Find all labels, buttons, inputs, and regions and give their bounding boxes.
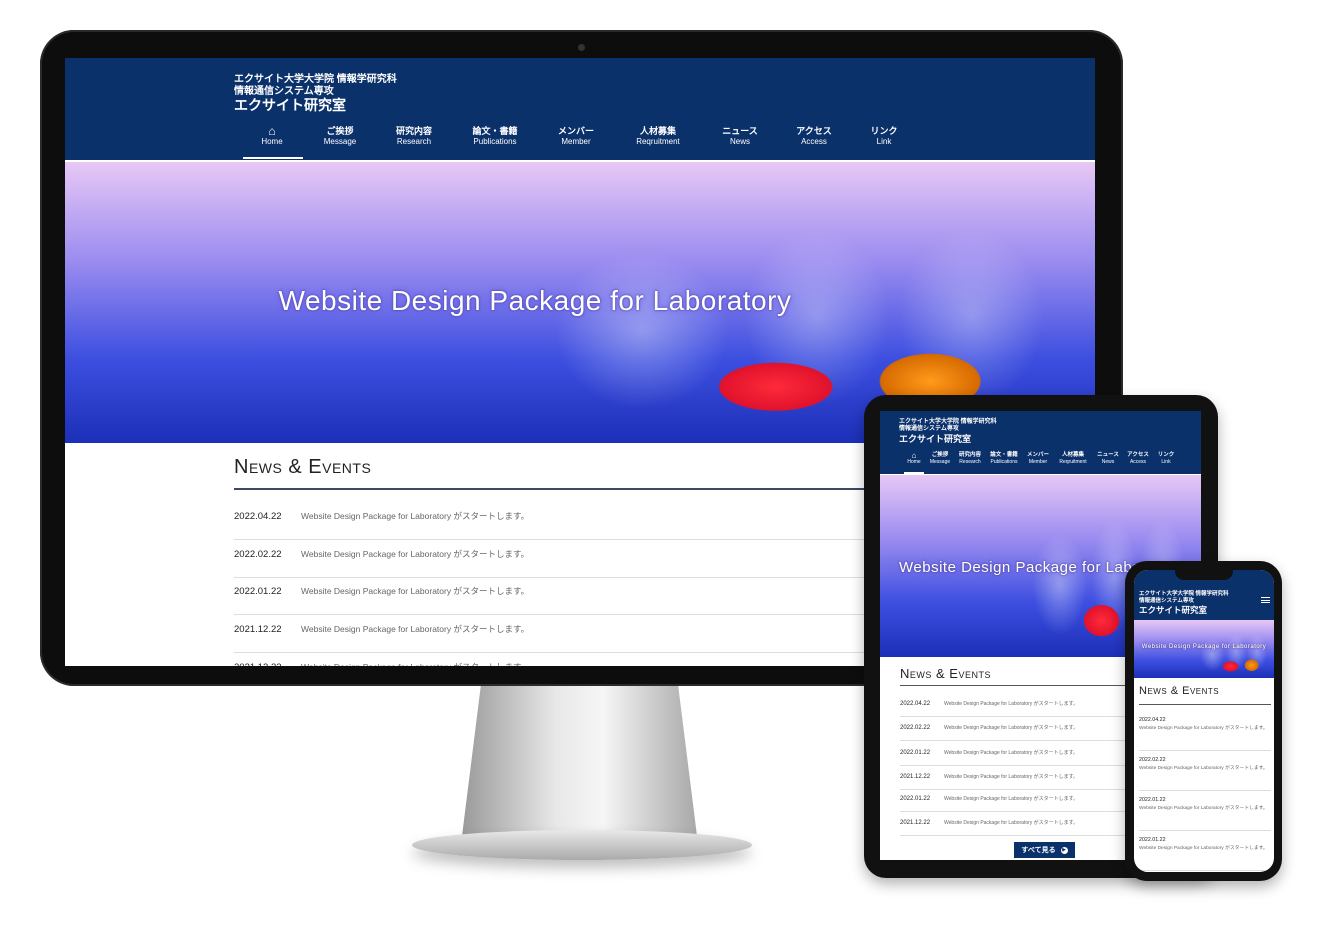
nav-item-link[interactable]: リンク Link bbox=[1146, 452, 1186, 465]
news-date: 2022.04.22 bbox=[900, 701, 931, 707]
view-all-label: すべて見る bbox=[1021, 847, 1056, 854]
nav-item-publications[interactable]: 論文・書籍 Publications bbox=[455, 126, 535, 147]
monitor-stand bbox=[462, 686, 697, 836]
news-item[interactable]: 2022.02.22 Website Design Package for Lab… bbox=[1139, 757, 1271, 791]
news-date: 2021.12.22 bbox=[900, 820, 931, 826]
news-title: News & Events bbox=[234, 456, 372, 478]
site-header: エクサイト大学大学院 情報学研究科 情報通信システム専攻 エクサイト研究室 ⌂ H… bbox=[880, 411, 1201, 474]
news-date: 2022.02.22 bbox=[234, 548, 282, 560]
news-date: 2021.12.22 bbox=[234, 624, 282, 636]
phone-notch bbox=[1175, 568, 1233, 580]
nav-label-ja: アクセス bbox=[796, 126, 832, 136]
news-date: 2022.02.22 bbox=[1139, 757, 1166, 763]
news-text: Website Design Package for Laboratory がス… bbox=[301, 511, 530, 521]
nav-label-ja: 研究内容 bbox=[395, 126, 432, 136]
news-date: 2022.02.22 bbox=[900, 725, 931, 731]
news-date: 2022.04.22 bbox=[234, 511, 282, 522]
lab-name[interactable]: エクサイト研究室 bbox=[899, 432, 971, 445]
site-header: エクサイト大学大学院 情報学研究科 情報通信システム専攻 エクサイト研究室 ⌂ H… bbox=[65, 58, 1095, 160]
news-date: 2022.01.22 bbox=[1139, 837, 1166, 843]
nav-label-ja: 人材募集 bbox=[1061, 452, 1084, 458]
active-nav-indicator bbox=[243, 157, 303, 159]
news-text: Website Design Package for Laboratory がス… bbox=[944, 701, 1079, 707]
nav-item-member[interactable]: メンバー Member bbox=[1018, 452, 1058, 465]
nav-label-en: News bbox=[729, 137, 750, 147]
news-item[interactable]: 2022.01.22 Website Design Package for Lab… bbox=[1139, 797, 1271, 831]
news-text: Website Design Package for Laboratory がス… bbox=[1139, 806, 1268, 811]
nav-label-en: Reqruitment bbox=[636, 137, 680, 147]
phone-screen: エクサイト大学大学院 情報学研究科 情報通信システム専攻 エクサイト研究室 We… bbox=[1134, 570, 1274, 872]
news-date: 2022.01.22 bbox=[900, 796, 931, 802]
news-text: Website Design Package for Laboratory がス… bbox=[944, 750, 1079, 756]
news-title: News & Events bbox=[900, 666, 991, 681]
nav-label-ja: 人材募集 bbox=[639, 126, 676, 136]
divider bbox=[1139, 704, 1271, 705]
news-text: Website Design Package for Laboratory がス… bbox=[301, 662, 529, 666]
hero-banner: Website Design Package for Laboratory bbox=[1134, 620, 1274, 678]
news-item[interactable]: 2022.04.22 Website Design Package for Lab… bbox=[1139, 717, 1271, 751]
nav-item-message[interactable]: ご挨拶 Message bbox=[300, 126, 380, 147]
news-text: Website Design Package for Laboratory がス… bbox=[1139, 766, 1268, 771]
active-nav-indicator bbox=[904, 472, 924, 474]
nav-item-member[interactable]: メンバー Member bbox=[536, 126, 616, 147]
news-date: 2022.01.22 bbox=[900, 750, 931, 756]
news-text: Website Design Package for Laboratory がス… bbox=[1139, 726, 1268, 731]
news-date: 2022.01.22 bbox=[234, 586, 282, 598]
nav-label-ja: リンク bbox=[1157, 452, 1175, 458]
nav-item-reqruitment[interactable]: 人材募集 Reqruitment bbox=[1053, 452, 1093, 465]
news-text: Website Design Package for Laboratory がス… bbox=[1139, 846, 1268, 851]
nav-item-access[interactable]: アクセス Access bbox=[774, 126, 854, 147]
nav-label-ja: ニュース bbox=[722, 126, 758, 136]
hero-title: Website Design Package for Laboratory bbox=[278, 285, 792, 316]
lab-name[interactable]: エクサイト研究室 bbox=[234, 95, 346, 115]
nav-label-ja: 論文・書籍 bbox=[472, 126, 518, 136]
nav-label-en: Access bbox=[801, 137, 827, 147]
department-name: 情報通信システム専攻 bbox=[1139, 598, 1194, 604]
nav-label-en: Link bbox=[876, 137, 892, 147]
nav-label-en: Publications bbox=[473, 137, 517, 147]
monitor-base bbox=[412, 830, 752, 860]
news-text: Website Design Package for Laboratory がス… bbox=[944, 774, 1079, 780]
news-title: News & Events bbox=[1139, 685, 1220, 697]
nav-item-reqruitment[interactable]: 人材募集 Reqruitment bbox=[618, 126, 698, 147]
news-date: 2022.04.22 bbox=[1139, 717, 1166, 723]
hamburger-menu-icon[interactable] bbox=[1261, 597, 1270, 603]
lab-name[interactable]: エクサイト研究室 bbox=[1139, 604, 1207, 616]
nav-label-ja: メンバー bbox=[1026, 452, 1049, 458]
nav-label-ja: リンク bbox=[870, 126, 898, 136]
view-all-button[interactable]: すべて見る ▶ bbox=[1014, 842, 1075, 858]
nav-label-en: Member bbox=[1028, 458, 1048, 465]
news-text: Website Design Package for Laboratory がス… bbox=[944, 725, 1079, 731]
nav-item-link[interactable]: リンク Link bbox=[844, 126, 924, 147]
nav-label-ja: ご挨拶 bbox=[326, 126, 354, 136]
news-item[interactable]: 2022.01.22 Website Design Package for Lab… bbox=[1139, 837, 1271, 871]
hero-title: Website Design Package for Laboratory bbox=[1141, 644, 1267, 650]
news-text: Website Design Package for Laboratory がス… bbox=[944, 796, 1079, 802]
news-date: 2021.12.22 bbox=[900, 774, 931, 780]
arrow-circle-icon: ▶ bbox=[1060, 846, 1068, 854]
news-date: 2021.12.22 bbox=[234, 662, 301, 666]
nav-item-research[interactable]: 研究内容 Research bbox=[374, 126, 454, 147]
news-text: Website Design Package for Laboratory がス… bbox=[301, 548, 530, 559]
nav-label-en: Research bbox=[396, 137, 432, 147]
nav-label-en: Message bbox=[323, 137, 357, 147]
nav-label-en: Member bbox=[561, 137, 591, 147]
nav-label-en: Link bbox=[1161, 458, 1171, 465]
nav-label-en: Reqruitment bbox=[1059, 458, 1087, 465]
news-text: Website Design Package for Laboratory がス… bbox=[301, 586, 530, 597]
news-text: Website Design Package for Laboratory がス… bbox=[301, 624, 530, 635]
department-name: 情報通信システム専攻 bbox=[899, 426, 959, 432]
camera bbox=[578, 44, 585, 51]
news-date: 2022.01.22 bbox=[1139, 797, 1166, 803]
nav-item-news[interactable]: ニュース News bbox=[700, 126, 780, 147]
news-text: Website Design Package for Laboratory がス… bbox=[944, 820, 1079, 826]
nav-label-ja: メンバー bbox=[557, 126, 594, 136]
